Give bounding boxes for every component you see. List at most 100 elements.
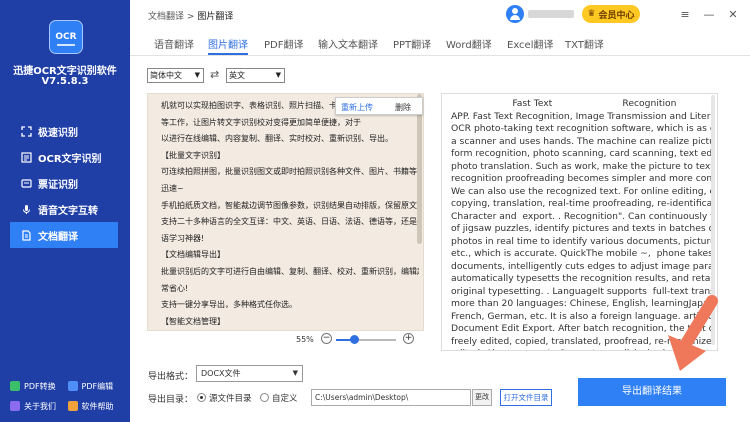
translated-text-line: recognition proofreading becomes simpler… [451,173,713,184]
link-label: PDF转换 [24,381,56,391]
ticket-icon [20,177,32,189]
swap-languages-icon[interactable]: ⇄ [210,68,219,81]
target-language-value: 英文 [229,71,245,80]
chevron-down-icon: ▼ [275,71,281,79]
source-language-value: 简体中文 [150,71,182,80]
zoom-slider-thumb[interactable] [350,335,359,344]
source-text-line: 批量识别后的文字可进行自由编辑、复制、翻译、校对、重新识别，编辑起来非 [161,266,419,276]
link-label: PDF编辑 [81,381,114,391]
zoom-in-button[interactable]: + [403,333,414,344]
avatar[interactable] [506,5,524,23]
tab-image-translate[interactable]: 图片翻译 [208,36,248,51]
source-text-line: 等工作，让图片转文字识别校对变得更加简单便捷，对于 [161,117,361,127]
source-text-line: 可连续拍照拼图，批量识别图文或即时拍照识别各种文件、图片、书籍等，准确 [161,167,419,177]
export-dir-label: 导出目录： [148,395,194,405]
tab-voice-translate[interactable]: 语音翻译 [154,36,194,51]
translated-text-line: a scanner and uses hands. The machine ca… [451,135,713,147]
doc-icon [20,229,32,241]
tab-active-indicator [208,53,248,55]
scan-icon [20,125,32,137]
sidebar-item-label: 语音文字互转 [38,205,98,217]
sidebar: OCR 迅捷OCR文字识别软件 V7.5.8.3 极速识别 OCR文字识别 票证… [0,0,130,422]
source-text-line: 【文档编辑导出】 [161,250,225,260]
translated-text-line: etc., which is accurate. QuickThe mobile… [451,248,713,259]
breadcrumb-root[interactable]: 文档翻译 [148,12,184,22]
arrow-pointer-icon [668,295,718,371]
tab-excel-translate[interactable]: Excel翻译 [507,36,554,51]
target-language-select[interactable]: 英文 ▼ [226,68,285,83]
tab-ppt-translate[interactable]: PPT翻译 [393,36,431,51]
open-dir-button[interactable]: 打开文件目录 [500,389,552,406]
sidebar-item-speech[interactable]: 语音文字互转 [0,196,130,222]
radio-source-dir-label: 源文件目录 [209,394,252,404]
breadcrumb: 文档翻译 > 图片翻译 [148,9,233,22]
source-language-select[interactable]: 简体中文 ▼ [147,68,204,83]
export-format-value: DOCX文件 [201,369,241,378]
mic-icon [20,203,32,215]
app-logo-icon: OCR [49,20,83,54]
delete-button[interactable]: 删除 [395,102,411,113]
breadcrumb-separator: > [186,12,195,22]
translated-text-line: copying, translation, real-time proofrea… [451,198,713,209]
sidebar-item-label: 文档翻译 [38,231,78,243]
help-link[interactable]: 软件帮助 [67,401,126,412]
change-dir-button[interactable]: 更改 [472,389,492,406]
translated-text-line: documents, intelligently cuts edges to a… [451,260,713,272]
source-text-line: 语学习神器! [161,233,205,243]
source-image-preview[interactable]: 机就可以实现拍图识字、表格识别、照片扫描、卡证扫描、文字 等工作，让图片转文字识别… [147,93,424,331]
member-center-button[interactable]: ♛ 会员中心 [582,5,640,23]
export-translation-button[interactable]: 导出翻译结果 [578,378,726,406]
radio-custom-dir-label: 自定义 [272,394,298,404]
pdf-edit-link[interactable]: PDF编辑 [67,381,126,392]
member-center-label: 会员中心 [598,10,635,21]
sidebar-item-label: OCR文字识别 [38,153,102,165]
menu-icon[interactable]: ≡ [676,5,694,23]
header: 文档翻译 > 图片翻译 ♛ 会员中心 ≡ — ✕ [130,0,750,30]
sidebar-bottom-links: PDF转换 PDF编辑 关于我们 软件帮助 [10,376,125,416]
translated-text-line: photo translation. Such as work, make th… [451,160,713,172]
tab-pdf-translate[interactable]: PDF翻译 [264,36,303,51]
source-text-line: 支持二十多种语言的全文互译：中文、英语、日语、法语、德语等，还是一款外 [161,217,419,227]
chevron-down-icon: ▼ [194,71,200,79]
radio-source-dir[interactable] [197,393,206,402]
close-icon[interactable]: ✕ [724,5,742,23]
app-version: V7.5.8.3 [41,76,89,87]
zoom-out-button[interactable]: − [321,333,332,344]
source-text-line: 常省心! [161,283,189,293]
translated-text-line: APP. Fast Text Recognition, Image Transm… [451,110,713,122]
translated-text-line: of jigsaw puzzles, identify pictures and… [451,223,713,234]
translated-text-line: Character and export. . Recognition". Ca… [451,210,713,222]
minimize-icon[interactable]: — [700,5,718,23]
tab-text-translate[interactable]: 输入文本翻译 [318,36,378,51]
app-name: 迅捷OCR文字识别软件 [13,66,117,77]
sidebar-item-fast-recognition[interactable]: 极速识别 [0,118,130,144]
image-context-menu: 重新上传 删除 [335,97,423,115]
about-link[interactable]: 关于我们 [10,401,68,412]
sidebar-item-label: 票证识别 [38,179,78,191]
radio-custom-dir[interactable] [260,393,269,402]
export-format-label: 导出格式： [148,372,194,382]
crown-icon: ♛ [587,9,596,19]
breadcrumb-current: 图片翻译 [197,12,234,22]
sidebar-item-doc-translate[interactable]: 文档翻译 [10,222,118,248]
tab-bar: 语音翻译 图片翻译 PDF翻译 输入文本翻译 PPT翻译 Word翻译 Exce… [130,30,750,56]
pdf-convert-link[interactable]: PDF转换 [10,381,68,392]
reupload-button[interactable]: 重新上传 [341,102,373,113]
sidebar-item-ocr[interactable]: OCR文字识别 [0,144,130,170]
tab-word-translate[interactable]: Word翻译 [446,36,492,51]
help-icon [67,401,78,411]
tab-txt-translate[interactable]: TXT翻译 [565,36,604,51]
translated-text-line: photos in real time to identify various … [451,235,713,247]
username-placeholder [528,10,574,18]
source-scrollbar[interactable] [417,94,422,244]
pdf-edit-icon [67,381,78,391]
sidebar-item-ticket[interactable]: 票证识别 [0,170,130,196]
ocr-icon [20,151,32,163]
translated-text-line: Fast Text Recognition [451,98,677,109]
export-format-select[interactable]: DOCX文件 ▼ [196,365,303,382]
sidebar-item-label: 极速识别 [38,127,78,139]
link-label: 关于我们 [24,401,56,411]
translated-text-line: automatically typesetts the recognition … [451,273,713,284]
source-text-line: 手机拍纸质文档，智能裁边调节图像参数，识别结果自动排版，保留原文排版。 [161,200,419,210]
export-path-input[interactable]: C:\Users\admin\Desktop\ [311,389,471,406]
